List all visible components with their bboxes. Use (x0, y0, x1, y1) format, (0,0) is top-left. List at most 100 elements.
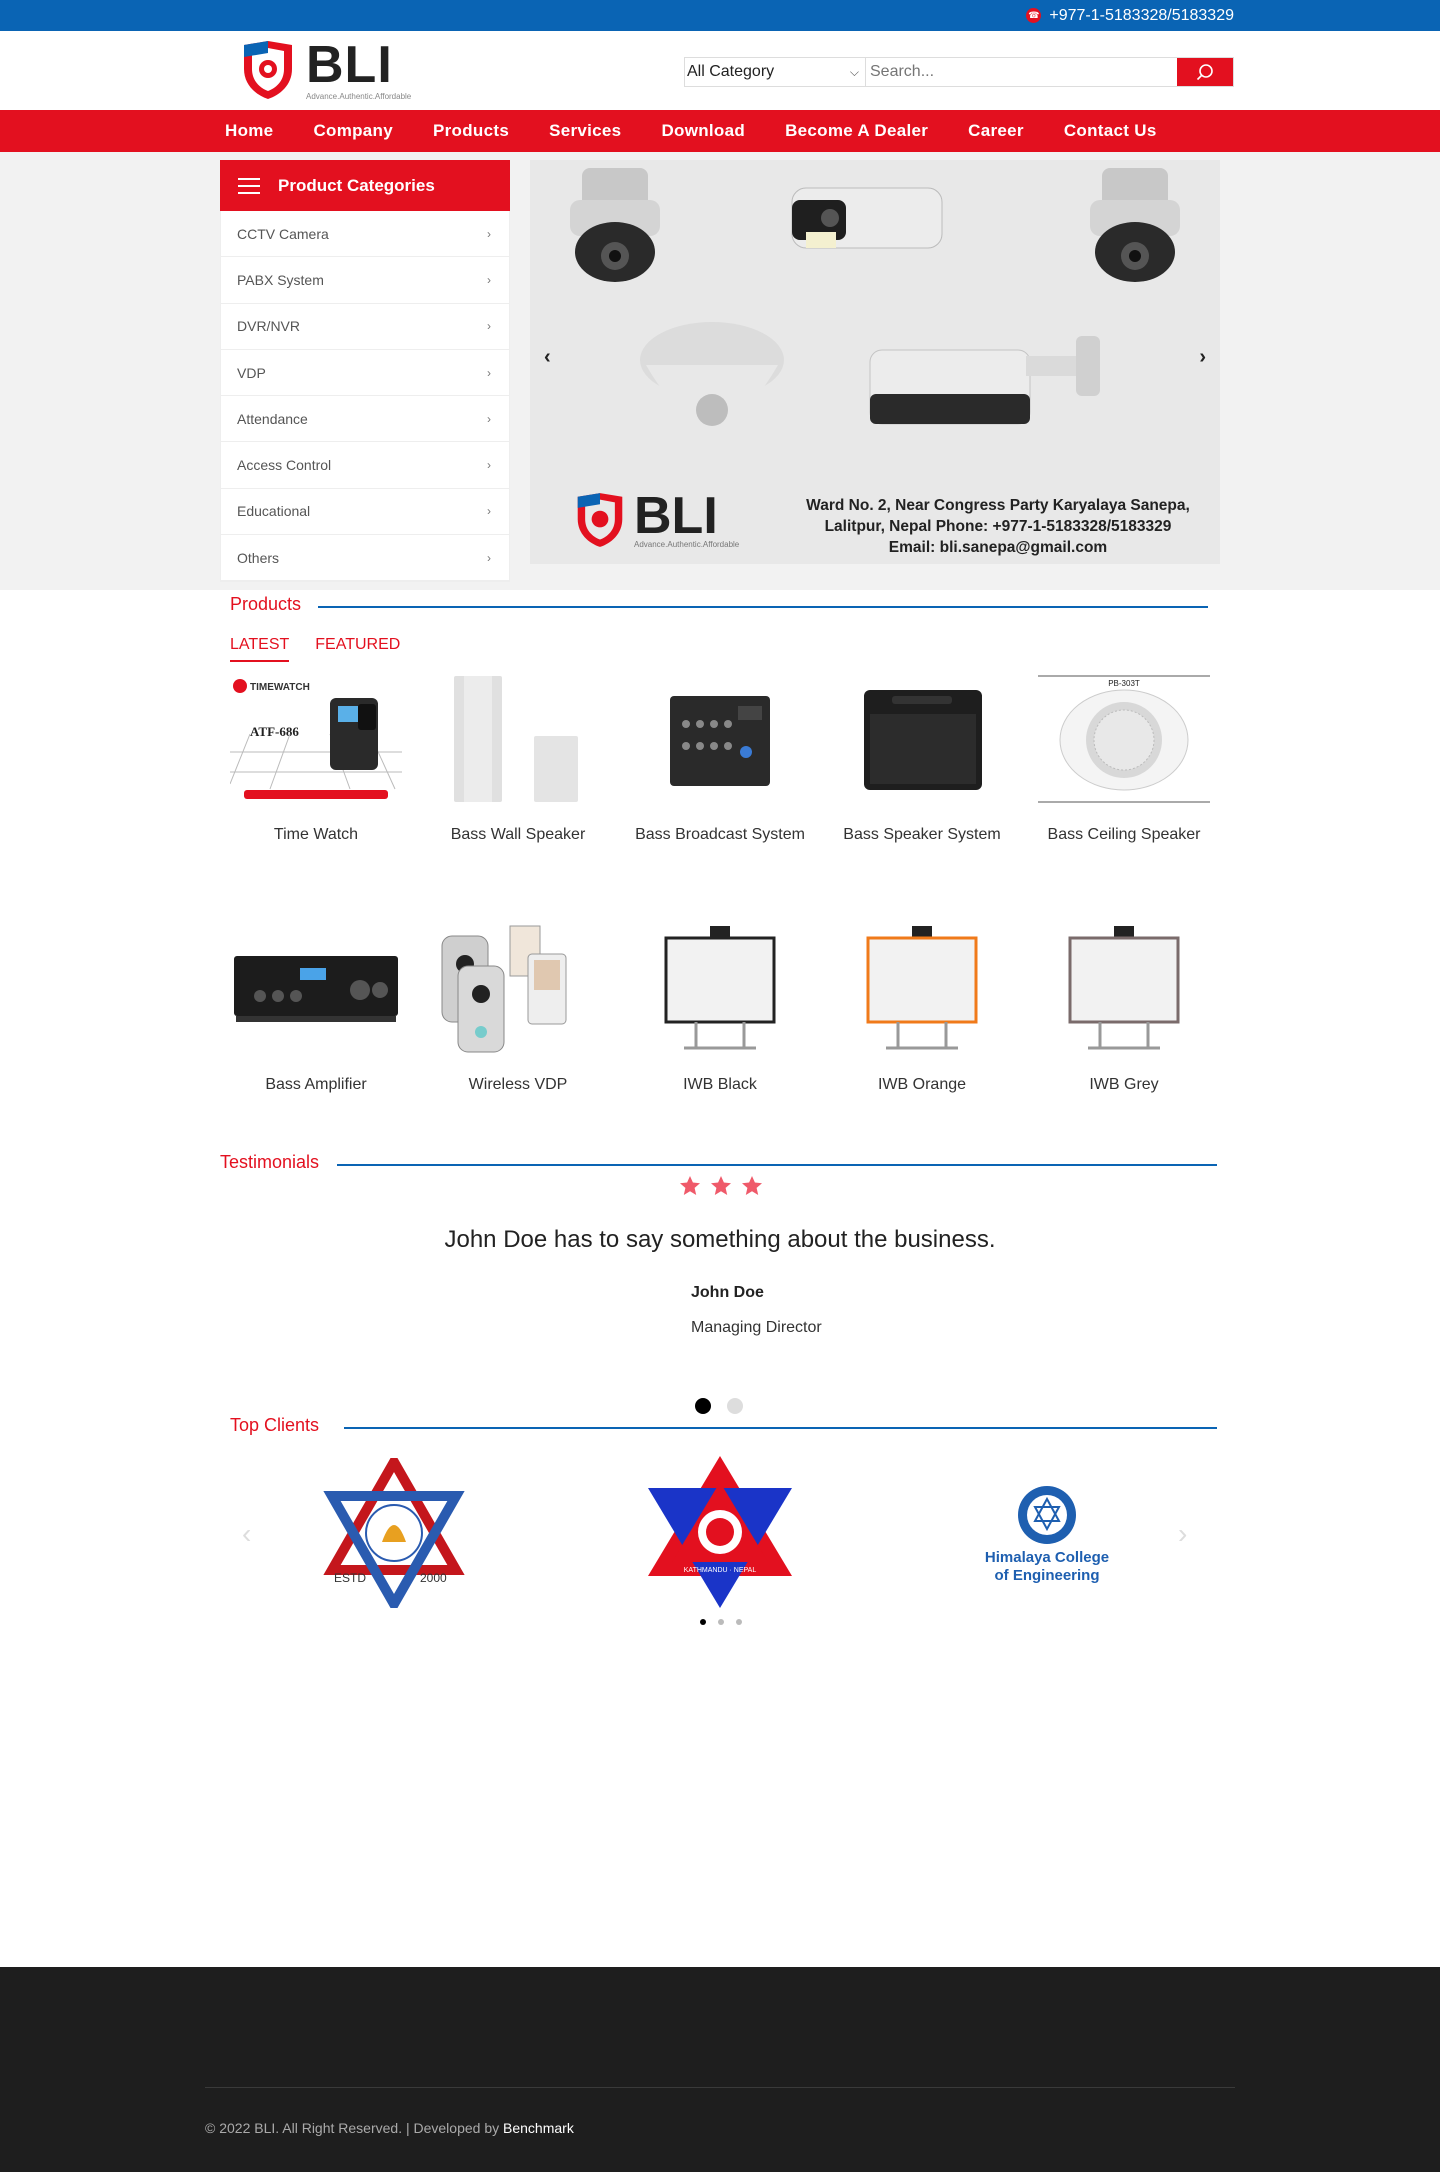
product-name: Bass Wall Speaker (450, 826, 586, 843)
product-card[interactable]: Wireless VDP (432, 924, 604, 1095)
nav-become-dealer[interactable]: Become A Dealer (785, 121, 928, 141)
category-select-value: All Category (687, 63, 775, 80)
phone-icon: ☎ (1026, 8, 1042, 23)
section-divider (337, 1164, 1217, 1166)
pagination-dot[interactable] (727, 1398, 743, 1414)
clients-prev-arrow[interactable]: ‹ (242, 1518, 251, 1550)
product-name: Wireless VDP (468, 1076, 568, 1093)
chevron-right-icon: › (487, 411, 491, 426)
testimonial-role: Managing Director (691, 1319, 822, 1336)
timewatch-model: ATF-686 (250, 724, 299, 739)
hero-slider: ‹ › BLI Advance.Authentic.Affordable War… (530, 160, 1220, 564)
product-card[interactable]: IWB Black (634, 924, 806, 1095)
testimonial-quote: John Doe has to say something about the … (444, 1226, 996, 1253)
pagination-dot-active[interactable] (695, 1398, 711, 1414)
pagination-dot-active[interactable] (700, 1619, 706, 1625)
chevron-right-icon: › (487, 458, 491, 473)
product-card[interactable]: PB-303T Bass Ceiling Speaker (1038, 674, 1210, 845)
address-line: Lalitpur, Nepal Phone: +977-1-5183328/51… (824, 518, 1172, 535)
pagination-dot[interactable] (718, 1619, 724, 1625)
testimonial-author: John Doe (691, 1284, 764, 1301)
tab-featured[interactable]: FEATURED (315, 636, 400, 662)
product-card[interactable]: TIMEWATCH ATF-686 Time Watch (230, 674, 402, 845)
product-name: Bass Speaker System (843, 826, 1001, 843)
search-icon (1196, 64, 1213, 81)
category-label: Access Control (237, 457, 332, 474)
product-card[interactable]: Bass Amplifier (230, 924, 402, 1095)
pagination-dot[interactable] (736, 1619, 742, 1625)
amplifier-image (234, 956, 398, 1022)
rating-stars (680, 1176, 762, 1195)
broadcast-system-image (670, 696, 770, 786)
chevron-right-icon: › (487, 365, 491, 380)
products-tabs: LATEST FEATURED (230, 636, 400, 662)
search-button[interactable] (1177, 58, 1233, 86)
chevron-right-icon: › (487, 272, 491, 287)
chevron-right-icon: › (487, 319, 491, 334)
product-name: Bass Broadcast System (635, 826, 805, 843)
category-item-cctv[interactable]: CCTV Camera › (221, 211, 509, 258)
site-logo[interactable]: BLI Advance.Authentic.Affordable (240, 39, 411, 101)
main-nav: Home Company Products Services Download … (0, 110, 1440, 152)
category-item-educational[interactable]: Educational › (221, 489, 509, 536)
nav-services[interactable]: Services (549, 121, 621, 141)
client-logo-3[interactable]: Himalaya College of Engineering (970, 1480, 1124, 1590)
category-item-dvr[interactable]: DVR/NVR › (221, 304, 509, 350)
nav-company[interactable]: Company (313, 121, 393, 141)
slider-brand: BLI (634, 486, 718, 545)
slider-prev-arrow[interactable]: ‹ (544, 346, 551, 369)
copyright-text: © 2022 BLI. All Right Reserved. | Develo… (205, 2120, 504, 2136)
iwb-black-image (664, 926, 776, 1050)
estd-label: ESTD (334, 1571, 366, 1585)
timewatch-badge: TIMEWATCH (250, 682, 310, 693)
star-icon (742, 1176, 762, 1195)
nav-contact[interactable]: Contact Us (1064, 121, 1157, 141)
tab-latest[interactable]: LATEST (230, 636, 290, 662)
brand-name: BLI (306, 35, 393, 94)
category-item-attendance[interactable]: Attendance › (221, 396, 509, 443)
search-input[interactable] (866, 58, 1177, 86)
clients-next-arrow[interactable]: › (1178, 1518, 1187, 1550)
category-item-access-control[interactable]: Access Control › (221, 442, 509, 489)
testimonial-pagination (695, 1398, 743, 1414)
slider-next-arrow[interactable]: › (1199, 346, 1206, 369)
client-logo-1[interactable]: ESTD 2000 (320, 1458, 468, 1608)
footer-copyright: © 2022 BLI. All Right Reserved. | Develo… (205, 2120, 574, 2136)
iwb-grey-image (1068, 926, 1180, 1050)
product-image (836, 674, 1008, 804)
college-seal-icon (1018, 1486, 1076, 1544)
nav-products[interactable]: Products (433, 121, 509, 141)
product-card[interactable]: Bass Wall Speaker (432, 674, 604, 845)
products-section-title: Products (0, 594, 1440, 624)
category-select[interactable]: All Category ⌵ (685, 58, 866, 86)
nav-career[interactable]: Career (968, 121, 1024, 141)
product-name: IWB Orange (877, 1076, 967, 1093)
address-line: Ward No. 2, Near Congress Party Karyalay… (806, 497, 1190, 514)
client-logo-2[interactable]: KATHMANDU · NEPAL (642, 1452, 798, 1612)
top-bar: ☎ +977-1-5183328/5183329 (0, 0, 1440, 31)
testimonials-title: Testimonials (220, 1152, 328, 1173)
categories-title: Product Categories (278, 175, 435, 195)
product-image: TIMEWATCH ATF-686 (230, 674, 402, 804)
clients-section-title: Top Clients (0, 1415, 1440, 1445)
product-card[interactable]: Bass Broadcast System (634, 674, 806, 845)
product-card[interactable]: IWB Orange (836, 924, 1008, 1095)
category-label: PABX System (237, 271, 324, 288)
nav-home[interactable]: Home (225, 121, 273, 141)
developer-link[interactable]: Benchmark (503, 2120, 574, 2136)
product-card[interactable]: Bass Speaker System (836, 674, 1008, 845)
ceiling-speaker-image: PB-303T (1038, 675, 1210, 803)
product-image (836, 924, 1008, 1054)
phone-contact[interactable]: ☎ +977-1-5183328/5183329 (1026, 0, 1234, 31)
clients-title: Top Clients (230, 1415, 328, 1436)
product-image (230, 924, 402, 1054)
cctv-cameras-image (570, 168, 1180, 426)
address-line: Email: bli.sanepa@gmail.com (888, 539, 1108, 556)
category-item-others[interactable]: Others › (221, 535, 509, 582)
category-label: DVR/NVR (237, 318, 301, 335)
category-item-vdp[interactable]: VDP › (221, 350, 509, 397)
section-divider (344, 1427, 1217, 1429)
nav-download[interactable]: Download (661, 121, 745, 141)
product-card[interactable]: IWB Grey (1038, 924, 1210, 1095)
category-item-pabx[interactable]: PABX System › (221, 257, 509, 304)
